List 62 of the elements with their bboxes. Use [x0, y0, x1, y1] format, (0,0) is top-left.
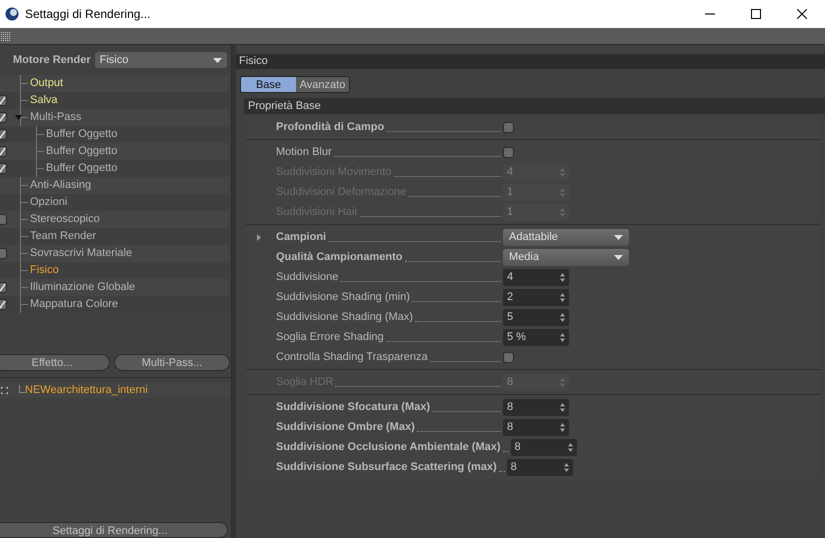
caret-icon [614, 254, 623, 260]
property-label: Qualità Campionamento [276, 250, 403, 265]
settings-tree-item[interactable]: Team Render [30, 228, 96, 245]
stepper-icon[interactable] [560, 272, 565, 282]
section-header: Proprietà Base [244, 98, 825, 114]
number-field[interactable]: 8 [503, 418, 569, 436]
checkbox[interactable] [503, 352, 514, 362]
settings-tree-item[interactable]: Buffer Oggetto [46, 126, 118, 143]
number-field[interactable]: 4 [503, 268, 569, 286]
number-field[interactable]: 5 % [503, 328, 569, 346]
maximize-icon [751, 9, 761, 19]
grip-icon[interactable] [1, 32, 10, 40]
settings-tree-item[interactable]: Output [30, 75, 64, 92]
number-field[interactable]: 8 [510, 438, 577, 456]
property-label: Suddivisione Shading (min) [276, 290, 410, 305]
number-field[interactable]: 8 [503, 398, 569, 416]
property-label: Controlla Shading Trasparenza [276, 350, 428, 365]
property-label: Campioni [276, 230, 326, 245]
window-title: Settaggi di Rendering... [25, 6, 150, 23]
property-label: Suddivisione Occlusione Ambientale (Max) [276, 440, 501, 455]
stepper-icon[interactable] [560, 332, 565, 342]
close-icon [797, 9, 807, 19]
stepper-icon[interactable] [560, 312, 565, 322]
stepper-icon[interactable] [560, 402, 565, 412]
dropdown[interactable]: Media [503, 248, 629, 266]
action-button[interactable]: Effetto... [0, 354, 110, 371]
dropdown[interactable]: Adattabile [503, 228, 629, 246]
renderer-dropdown[interactable]: Fisico [94, 52, 227, 68]
stepper-icon[interactable] [564, 462, 569, 472]
stepper-icon[interactable] [568, 442, 573, 452]
property-label: Suddivisione Sfocatura (Max) [276, 400, 430, 415]
settings-tree-item[interactable]: Opzioni [30, 194, 68, 211]
property-label: Suddivisione [276, 270, 338, 285]
caret-icon [213, 58, 222, 62]
checkbox[interactable] [503, 122, 514, 132]
renderer-label: Motore Render [13, 52, 91, 68]
expand-triangle-icon[interactable] [15, 114, 22, 121]
stepper-icon[interactable] [560, 422, 565, 432]
number-field[interactable]: 8 [506, 458, 573, 476]
number-field[interactable]: 2 [503, 288, 569, 306]
tab[interactable]: Base [241, 77, 296, 92]
property-label: Suddivisione Ombre (Max) [276, 420, 415, 435]
action-button[interactable]: Multi-Pass... [114, 354, 230, 371]
caret-icon [614, 234, 623, 240]
settings-tree-item[interactable]: Salva [30, 92, 58, 109]
stepper-icon[interactable] [560, 292, 565, 302]
render-target-icon [1, 387, 8, 394]
property-label: Suddivisione Subsurface Scattering (max) [276, 460, 497, 475]
settings-tree-item[interactable]: Buffer Oggetto [46, 160, 118, 177]
app-logo-icon [5, 7, 19, 21]
property-label: Soglia Errore Shading [276, 330, 384, 345]
property-label: Motion Blur [276, 144, 332, 160]
settings-tree-item[interactable]: Fisico [30, 262, 59, 279]
property-label: Suddivisione Shading (Max) [276, 310, 413, 325]
settings-tree-item[interactable]: Mappatura Colore [30, 296, 118, 313]
property-label: Profondità di Campo [276, 120, 384, 135]
panel-header: Fisico [236, 54, 825, 69]
tab[interactable]: Avanzato [296, 77, 349, 92]
number-field[interactable]: 5 [503, 308, 569, 326]
checkbox[interactable] [503, 146, 514, 158]
render-settings-button[interactable]: Settaggi di Rendering... [0, 522, 228, 538]
expand-triangle-icon[interactable] [256, 234, 262, 240]
